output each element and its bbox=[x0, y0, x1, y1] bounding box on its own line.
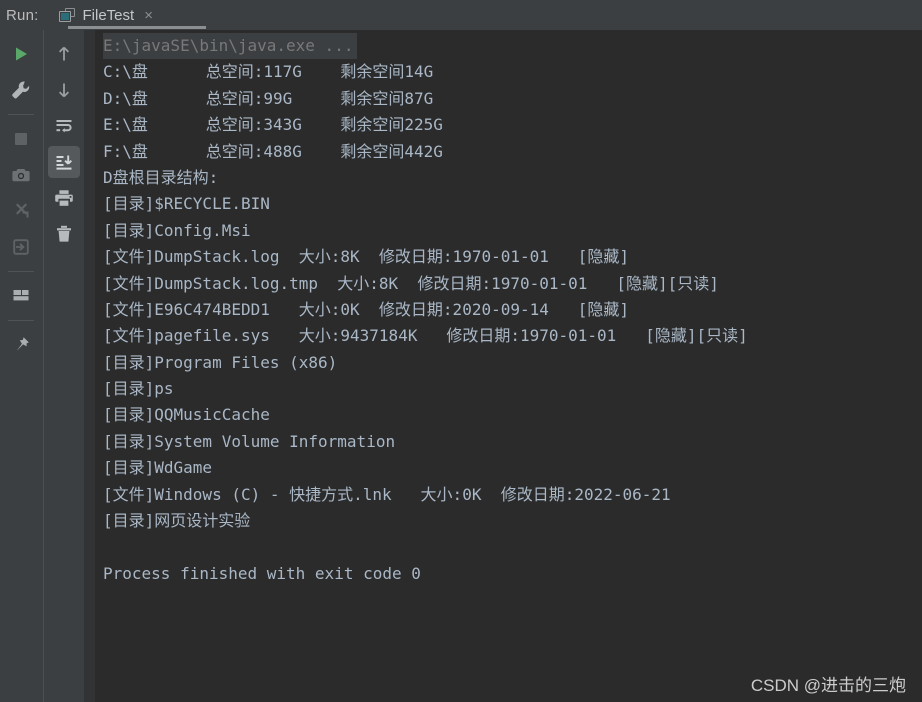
console-line: [目录]网页设计实验 bbox=[103, 508, 922, 534]
console-command-text: E:\javaSE\bin\java.exe ... bbox=[103, 33, 357, 59]
console-window-icon bbox=[59, 8, 75, 22]
restore-arrow-icon bbox=[10, 236, 32, 258]
stop-square-icon bbox=[11, 129, 31, 149]
run-window-body: E:\javaSE\bin\java.exe ...C:\盘 总空间:117G … bbox=[0, 30, 922, 702]
console-line: C:\盘 总空间:117G 剩余空间14G bbox=[103, 59, 922, 85]
console-line: [文件]DumpStack.log.tmp 大小:8K 修改日期:1970-01… bbox=[103, 271, 922, 297]
printer-icon bbox=[53, 187, 75, 209]
camera-icon bbox=[10, 164, 32, 186]
console-line bbox=[103, 534, 922, 560]
soft-wrap-button[interactable] bbox=[48, 110, 80, 142]
pin-icon bbox=[10, 334, 32, 356]
play-icon bbox=[11, 44, 31, 64]
console-line: F:\盘 总空间:488G 剩余空间442G bbox=[103, 139, 922, 165]
console-line: D盘根目录结构: bbox=[103, 165, 922, 191]
run-tool-window-label: Run: bbox=[0, 7, 49, 24]
tab-label: FileTest bbox=[83, 7, 135, 24]
console-line: Process finished with exit code 0 bbox=[103, 561, 922, 587]
wrench-icon bbox=[10, 79, 32, 101]
console-line: [目录]WdGame bbox=[103, 455, 922, 481]
trash-icon bbox=[53, 223, 75, 245]
close-icon[interactable]: × bbox=[142, 8, 155, 23]
stop-button[interactable] bbox=[5, 123, 37, 155]
run-tool-window: Run: FileTest × bbox=[0, 0, 922, 702]
clear-all-button[interactable] bbox=[48, 218, 80, 250]
next-occurrence-button[interactable] bbox=[48, 74, 80, 106]
console-line: [目录]Config.Msi bbox=[103, 218, 922, 244]
run-tab-bar: Run: FileTest × bbox=[0, 0, 922, 30]
thread-dump-icon bbox=[10, 200, 32, 222]
scroll-to-end-button[interactable] bbox=[48, 146, 80, 178]
run-actions-toolbar-left bbox=[0, 30, 42, 702]
layout-settings-button[interactable] bbox=[5, 280, 37, 312]
console-line: [目录]System Volume Information bbox=[103, 429, 922, 455]
soft-wrap-icon bbox=[53, 115, 75, 137]
console-line: E:\盘 总空间:343G 剩余空间225G bbox=[103, 112, 922, 138]
console-line: [文件]DumpStack.log 大小:8K 修改日期:1970-01-01 … bbox=[103, 244, 922, 270]
toolbar-divider-2 bbox=[8, 271, 34, 272]
console-line: D:\盘 总空间:99G 剩余空间87G bbox=[103, 86, 922, 112]
scroll-to-end-icon bbox=[53, 151, 75, 173]
console-line: [目录]QQMusicCache bbox=[103, 402, 922, 428]
console-line: [文件]pagefile.sys 大小:9437184K 修改日期:1970-0… bbox=[103, 323, 922, 349]
console-output-panel[interactable]: E:\javaSE\bin\java.exe ...C:\盘 总空间:117G … bbox=[95, 30, 922, 702]
console-gutter bbox=[84, 30, 95, 702]
screenshot-button[interactable] bbox=[5, 159, 37, 191]
run-actions-toolbar-right bbox=[42, 30, 84, 702]
restore-layout-button[interactable] bbox=[5, 231, 37, 263]
print-button[interactable] bbox=[48, 182, 80, 214]
layout-icon bbox=[10, 285, 32, 307]
toolbar-divider-3 bbox=[8, 320, 34, 321]
console-lines: E:\javaSE\bin\java.exe ...C:\盘 总空间:117G … bbox=[95, 33, 922, 587]
rerun-button[interactable] bbox=[5, 38, 37, 70]
prev-occurrence-button[interactable] bbox=[48, 38, 80, 70]
console-line: [文件]E96C474BEDD1 大小:0K 修改日期:2020-09-14 [… bbox=[103, 297, 922, 323]
console-line: [目录]ps bbox=[103, 376, 922, 402]
toolbar-divider bbox=[8, 114, 34, 115]
arrow-up-icon bbox=[53, 43, 75, 65]
arrow-down-icon bbox=[53, 79, 75, 101]
console-command-line: E:\javaSE\bin\java.exe ... bbox=[103, 33, 922, 59]
watermark: CSDN @进击的三炮 bbox=[751, 671, 906, 696]
console-line: [目录]$RECYCLE.BIN bbox=[103, 191, 922, 217]
pin-tab-button[interactable] bbox=[5, 329, 37, 361]
console-line: [文件]Windows (C) - 快捷方式.lnk 大小:0K 修改日期:20… bbox=[103, 482, 922, 508]
console-line: [目录]Program Files (x86) bbox=[103, 350, 922, 376]
dump-threads-button[interactable] bbox=[5, 195, 37, 227]
edit-configuration-button[interactable] bbox=[5, 74, 37, 106]
tab-active-underline bbox=[68, 26, 206, 29]
